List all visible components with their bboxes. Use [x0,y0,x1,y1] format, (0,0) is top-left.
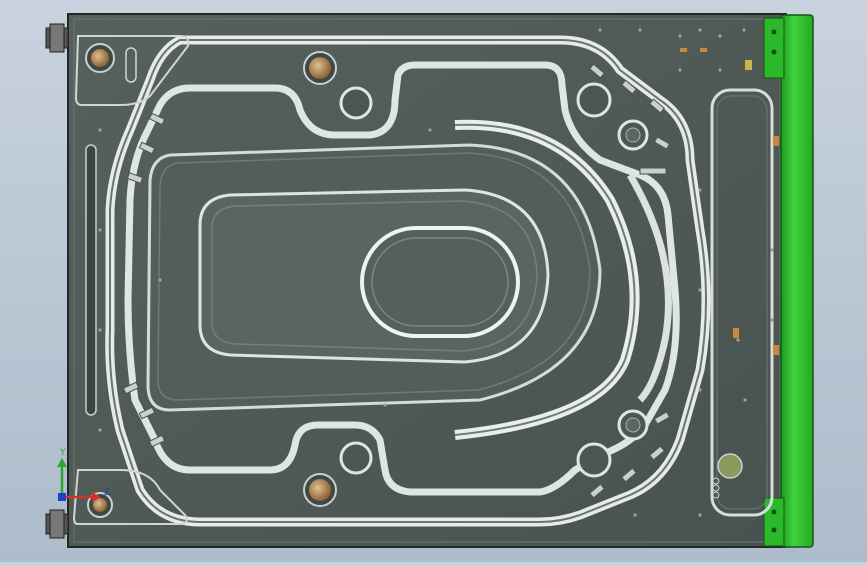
cad-viewport[interactable]: Y Z [0,0,867,562]
bolt-icon [45,509,69,539]
central-stadium-slot [360,226,520,338]
left-slot [85,144,97,416]
z-axis-label: Z [104,488,110,498]
y-axis-label: Y [59,448,66,458]
cad-model-view: Y Z [45,13,814,548]
bolt-icon [45,23,69,53]
